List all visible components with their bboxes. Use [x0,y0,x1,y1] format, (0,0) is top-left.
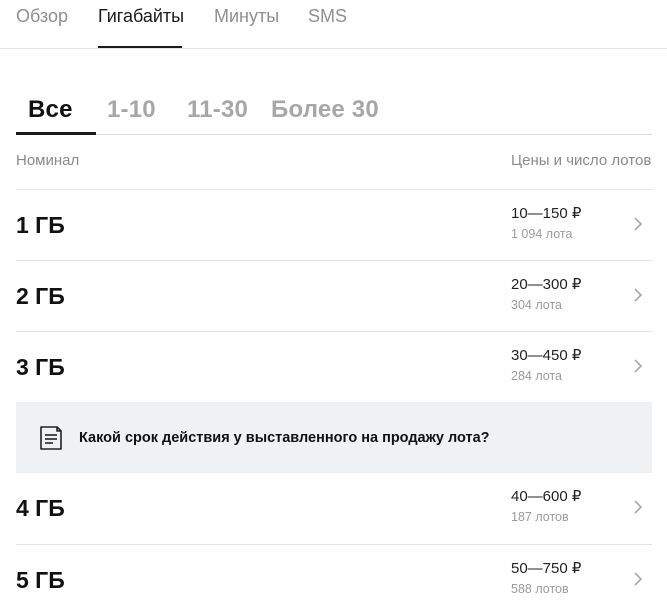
chevron-right-icon [634,217,643,231]
faq-banner-text: Какой срок действия у выставленного на п… [79,430,490,446]
faq-banner[interactable]: Какой срок действия у выставленного на п… [16,402,652,473]
chevron-right-icon [634,500,643,514]
filter-1-10[interactable]: 1-10 [107,96,156,124]
row-lot-count: 187 лотов [511,510,569,524]
row-price-range: 40—600 ₽ [511,488,582,505]
chevron-right-icon [634,572,643,586]
filter-over-30[interactable]: Более 30 [271,96,379,124]
column-header-nominal: Номинал [16,152,80,169]
row-price-range: 30—450 ₽ [511,347,582,364]
tab-minutes[interactable]: Минуты [214,6,279,27]
row-lot-count: 588 лотов [511,582,569,596]
row-title: 5 ГБ [16,567,65,593]
lot-row-2gb[interactable]: 2 ГБ 20—300 ₽ 304 лота [16,260,652,331]
row-price-range: 20—300 ₽ [511,276,582,293]
active-tab-indicator [98,46,182,48]
chevron-right-icon [634,359,643,373]
lot-row-3gb[interactable]: 3 ГБ 30—450 ₽ 284 лота [16,331,652,402]
row-title: 1 ГБ [16,212,65,238]
row-lot-count: 1 094 лота [511,227,573,241]
top-tabs: Обзор Гигабайты Минуты SMS [0,0,667,49]
filter-all[interactable]: Все [28,96,73,124]
row-title: 4 ГБ [16,495,65,521]
lot-row-4gb[interactable]: 4 ГБ 40—600 ₽ 187 лотов [16,473,652,543]
tab-gigabytes[interactable]: Гигабайты [98,6,184,27]
filter-11-30[interactable]: 11-30 [187,96,248,124]
row-lot-count: 284 лота [511,369,562,383]
row-title: 2 ГБ [16,283,65,309]
row-price-range: 10—150 ₽ [511,205,582,222]
row-price-range: 50—750 ₽ [511,560,582,577]
tab-overview[interactable]: Обзор [16,6,68,27]
row-lot-count: 304 лота [511,298,562,312]
column-header-prices: Цены и число лотов [511,152,652,169]
chevron-right-icon [634,288,643,302]
lot-row-5gb[interactable]: 5 ГБ 50—750 ₽ 588 лотов [16,544,652,615]
active-filter-indicator [16,132,96,135]
document-icon [40,426,62,450]
row-title: 3 ГБ [16,354,65,380]
filter-tabs: Все 1-10 11-30 Более 30 [16,86,652,135]
tab-sms[interactable]: SMS [308,6,347,27]
lot-row-1gb[interactable]: 1 ГБ 10—150 ₽ 1 094 лота [16,189,652,260]
